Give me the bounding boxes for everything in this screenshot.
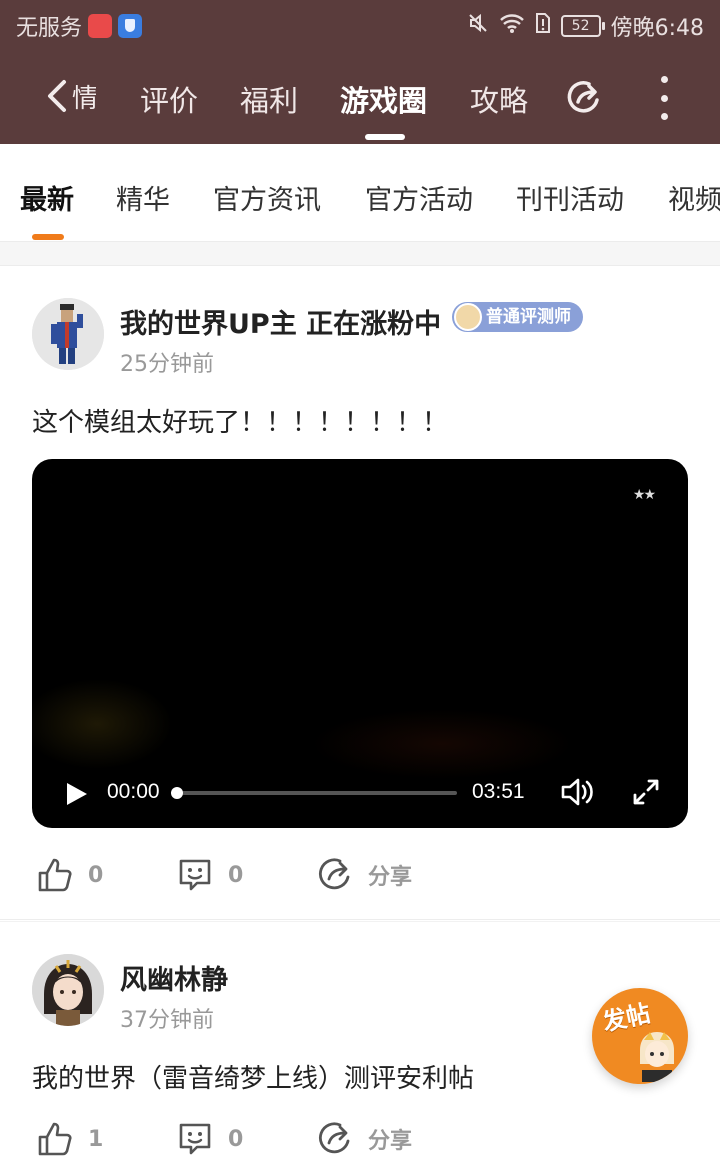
more-dot-icon [660,76,668,83]
active-subtab-indicator [32,234,64,240]
subtab-official-news[interactable]: 官方资讯 [213,178,321,217]
subtab-kankan-events[interactable]: 刊刊活动 [516,178,624,217]
status-bar: 无服务 52 傍晚6:48 [0,0,720,50]
post-author[interactable]: 风幽林静 [120,958,228,997]
sim-alert-icon [535,12,551,40]
thumbs-up-icon [38,1122,72,1156]
share-post-button[interactable]: 分享 [316,850,412,900]
sparkle-icon: ★★ [632,487,656,503]
post-time: 37分钟前 [120,1008,214,1033]
post-text[interactable]: 这个模组太好玩了！！！！！！！！ [32,402,448,439]
avatar[interactable] [32,298,104,370]
back-button[interactable]: 情 [44,76,104,116]
share-button[interactable] [564,78,604,118]
previous-tab-fragment[interactable]: 情 [72,78,96,115]
wifi-icon [499,12,525,40]
battery-icon: 52 [560,15,605,37]
like-button[interactable]: 1 [36,1114,103,1164]
more-menu-button[interactable] [650,76,678,120]
comment-count: 0 [228,1126,244,1152]
like-count: 0 [88,862,104,888]
comment-icon [179,1123,211,1155]
video-frame-glow [32,679,172,769]
thumbs-up-icon [38,858,72,892]
carrier-text: 无服务 [16,16,83,41]
video-controls: 00:00 03:51 [32,758,688,828]
tab-game-circle[interactable]: 游戏圈 [340,78,427,120]
tab-welfare[interactable]: 福利 [240,78,298,120]
like-count: 1 [88,1126,104,1152]
comment-icon [179,859,211,891]
mute-icon [467,12,489,40]
comment-button[interactable]: 0 [176,850,243,900]
video-duration: 03:51 [472,780,525,803]
battery-level: 52 [571,18,590,34]
avatar[interactable] [32,954,104,1026]
new-post-button[interactable]: 发帖 [592,988,688,1084]
minecraft-character-avatar-icon [32,298,104,370]
sub-tab-bar: 最新 精华 官方资讯 官方活动 刊刊活动 视频 [0,144,720,242]
shield-app-icon [118,14,143,38]
comment-button[interactable]: 0 [176,1114,243,1164]
shop-app-icon [88,14,113,38]
more-dot-icon [660,94,668,102]
clock-text: 傍晚6:48 [610,16,704,41]
feed-post[interactable]: 我的世界UP主 正在涨粉中 普通评测师 25分钟前 这个模组太好玩了！！！！！！… [0,266,720,920]
video-progress-knob[interactable] [171,787,183,799]
video-player[interactable]: ★★ 00:00 03:51 [32,459,688,828]
share-label: 分享 [368,865,413,890]
anime-character-avatar-icon [32,954,104,1026]
subtab-latest[interactable]: 最新 [20,178,74,217]
post-author[interactable]: 我的世界UP主 正在涨粉中 [120,302,441,341]
fullscreen-icon[interactable] [632,778,660,806]
subtab-featured[interactable]: 精华 [116,178,170,217]
badge-avatar-icon [454,303,482,331]
post-time: 25分钟前 [120,352,214,377]
mascot-icon [640,1032,674,1082]
like-button[interactable]: 0 [36,850,103,900]
share-icon [318,858,350,890]
post-actions: 1 0 分享 [0,1114,720,1164]
section-divider [0,242,720,266]
tab-guides[interactable]: 攻略 [470,78,528,120]
post-actions: 0 0 分享 [0,850,720,900]
share-icon [318,1122,350,1154]
reviewer-badge: 普通评测师 [452,302,583,332]
more-dot-icon [660,113,668,120]
subtab-videos[interactable]: 视频 [668,178,720,217]
video-progress-bar[interactable] [171,787,457,799]
badge-label: 普通评测师 [486,307,571,327]
volume-icon[interactable] [560,776,596,808]
active-tab-indicator [365,134,405,140]
subtab-official-events[interactable]: 官方活动 [365,178,473,217]
share-post-button[interactable]: 分享 [316,1114,412,1164]
comment-count: 0 [228,862,244,888]
post-text[interactable]: 我的世界（雷音绮梦上线）测评安利帖 [32,1058,474,1095]
chevron-left-icon [48,80,66,112]
top-navigation: 情 评价 福利 游戏圈 攻略 [0,50,720,144]
play-icon[interactable] [62,780,90,808]
tab-reviews[interactable]: 评价 [140,78,198,120]
video-current-time: 00:00 [107,780,160,803]
share-icon [567,81,599,113]
share-label: 分享 [368,1129,413,1154]
